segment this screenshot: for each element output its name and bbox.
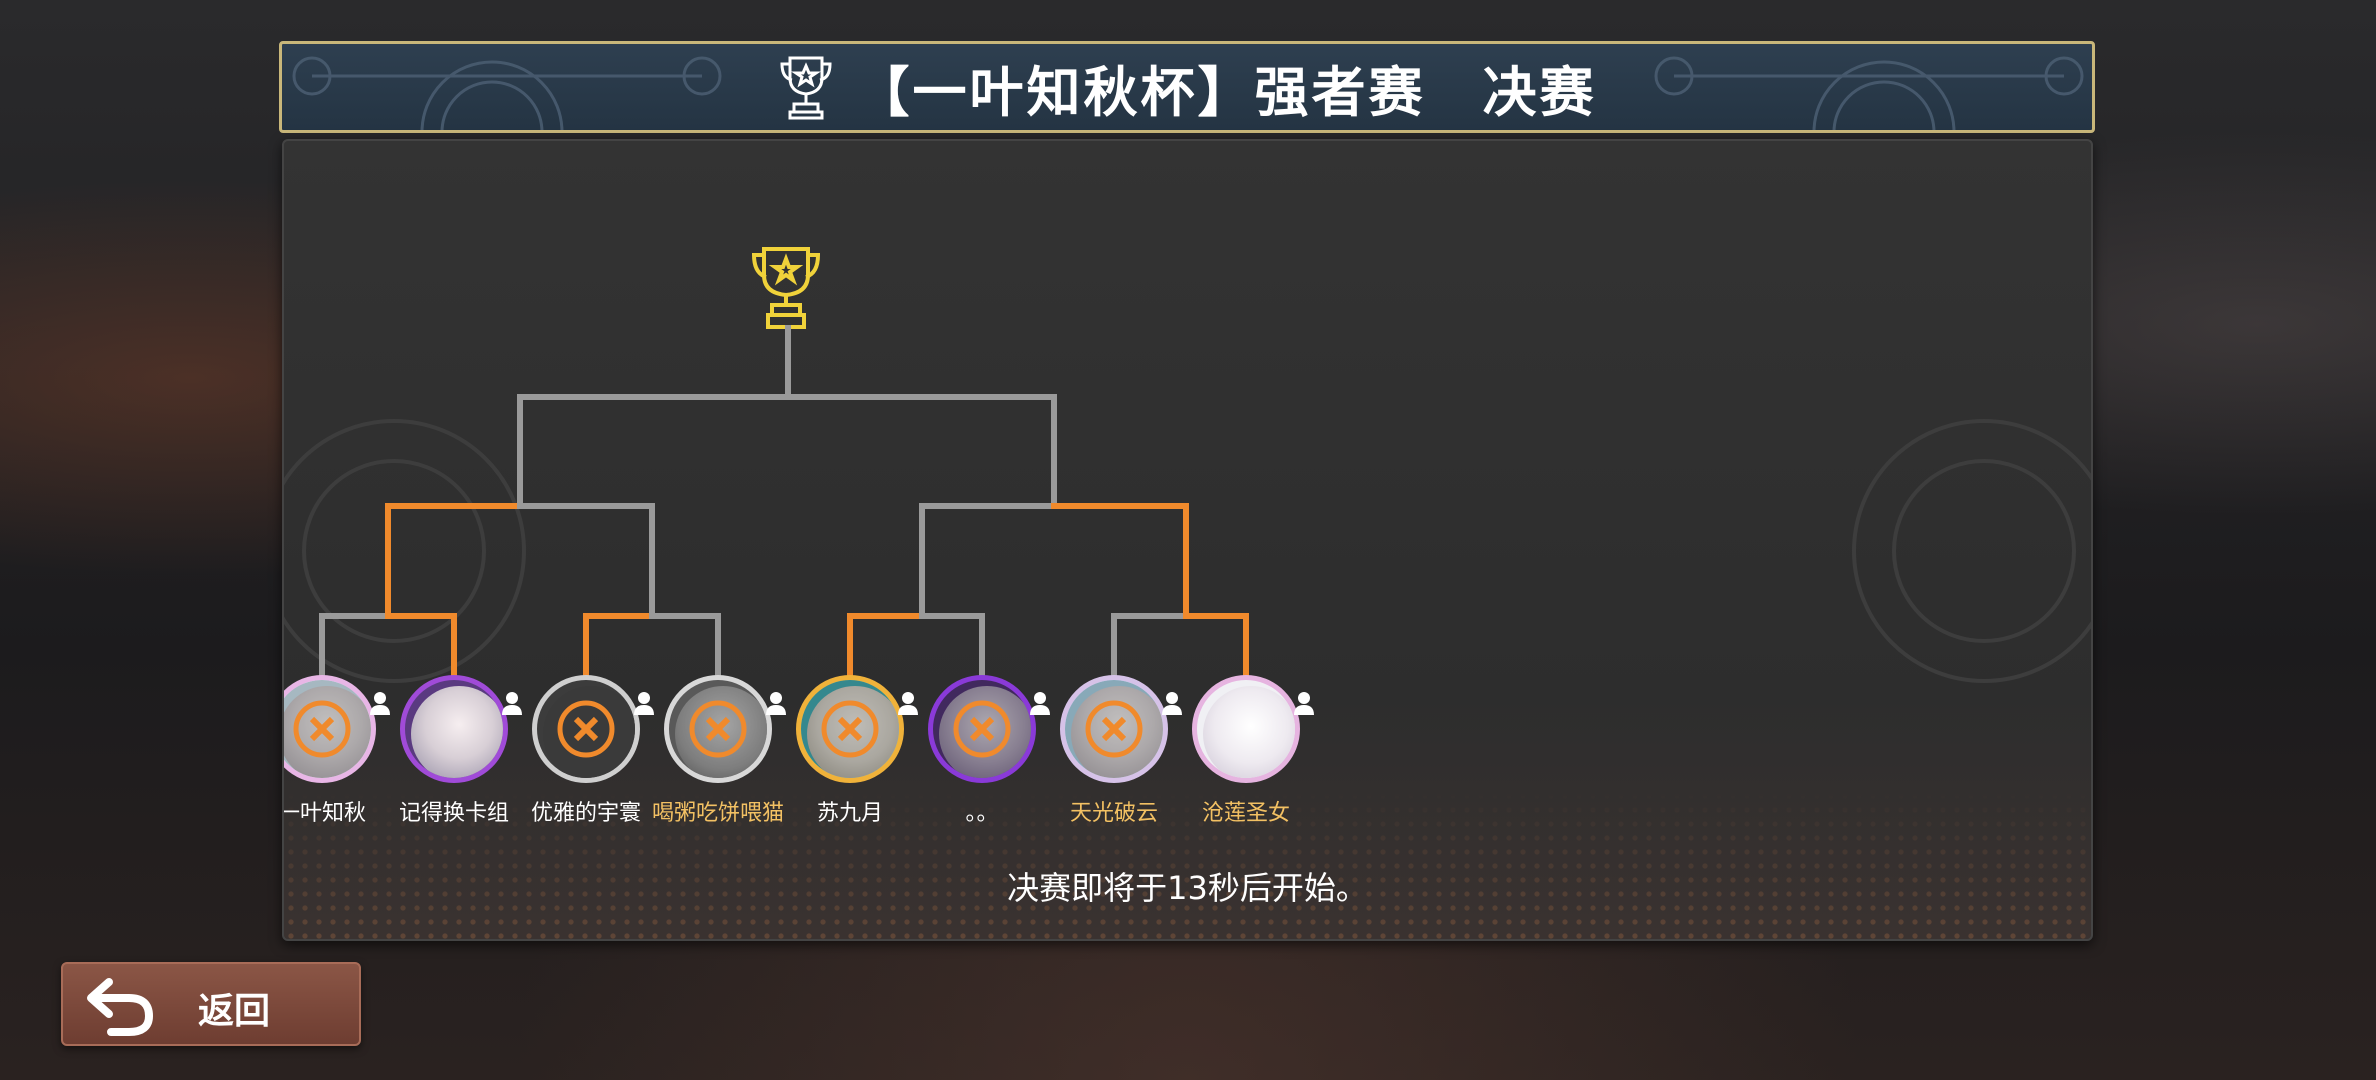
header-banner: 【一叶知秋杯】强者赛 决赛 xyxy=(279,41,2095,133)
trophy-icon xyxy=(779,56,832,120)
page-title: 【一叶知秋杯】强者赛 决赛 xyxy=(855,60,1597,124)
x-mark-icon xyxy=(557,700,615,758)
x-mark-icon xyxy=(821,700,879,758)
player-slot[interactable]: 沧莲圣女 xyxy=(1156,669,1336,827)
bracket-panel: 一叶知秋 记得换卡组 优雅的宇寰 喝粥吃饼喂猫 苏九月 。。 天光破云 沧莲圣女… xyxy=(282,139,2093,941)
x-mark-icon xyxy=(953,700,1011,758)
player-name: 沧莲圣女 xyxy=(1201,801,1290,826)
back-button-label: 返回 xyxy=(198,991,271,1032)
back-button[interactable]: 返回 xyxy=(61,962,361,1046)
x-mark-icon xyxy=(1085,700,1143,758)
trophy-icon xyxy=(751,247,821,329)
avatar[interactable] xyxy=(1192,675,1300,783)
x-mark-icon xyxy=(293,700,351,758)
back-arrow-icon xyxy=(87,978,154,1036)
countdown-status: 决赛即将于13秒后开始。 xyxy=(1007,869,1368,907)
x-mark-icon xyxy=(689,700,747,758)
avatar[interactable] xyxy=(400,675,508,783)
